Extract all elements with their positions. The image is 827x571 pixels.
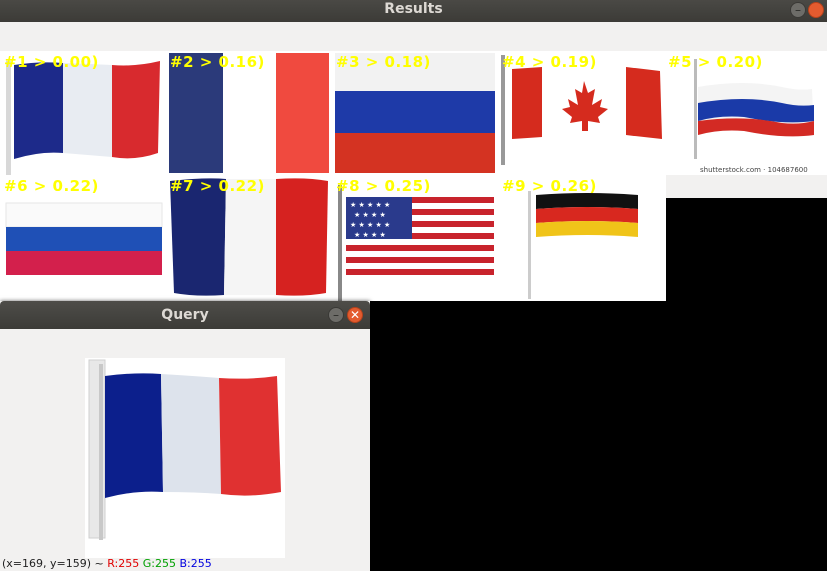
result-cell-2[interactable]: #2 > 0.16) xyxy=(166,51,332,175)
minimize-button[interactable]: – xyxy=(328,307,344,323)
red-value: R:255 xyxy=(107,557,140,570)
query-image[interactable] xyxy=(85,358,285,558)
svg-text:★ ★ ★ ★: ★ ★ ★ ★ xyxy=(354,231,386,239)
result-label: #4 > 0.19) xyxy=(502,53,597,71)
results-titlebar[interactable]: Results – xyxy=(0,0,827,22)
results-title: Results xyxy=(384,1,443,17)
result-cell-5[interactable]: #5 > 0.20) shutterstock.com · 104687600 xyxy=(664,51,827,175)
result-cell-1[interactable]: #1 > 0.00) xyxy=(0,51,166,175)
cursor-coords: (x=169, y=159) ~ xyxy=(2,557,108,570)
flag-france-image xyxy=(85,358,285,558)
result-cell-6[interactable]: #6 > 0.22) xyxy=(0,175,166,301)
svg-text:★ ★ ★ ★: ★ ★ ★ ★ xyxy=(354,211,386,219)
result-cell-8[interactable]: ★ ★ ★ ★ ★ ★ ★ ★ ★ ★ ★ ★ ★ ★ ★ ★ ★ ★ #8 >… xyxy=(332,175,498,301)
svg-text:★ ★ ★ ★ ★: ★ ★ ★ ★ ★ xyxy=(350,221,390,229)
result-label: #6 > 0.22) xyxy=(4,177,99,195)
status-bar: (x=169, y=159) ~ R:255 G:255 B:255 xyxy=(0,557,372,571)
result-cell-3[interactable]: #3 > 0.18) xyxy=(332,51,498,175)
result-cell-7[interactable]: #7 > 0.22) xyxy=(166,175,332,301)
close-button[interactable] xyxy=(808,2,824,18)
query-window: Query – ✕ (x=169, y=159) ~ R:255 G:255 B… xyxy=(0,301,370,571)
result-cell-9[interactable]: #9 > 0.26) xyxy=(498,175,666,301)
result-cell-4[interactable]: #4 > 0.19) xyxy=(498,51,664,175)
watermark-text: shutterstock.com · 104687600 xyxy=(700,166,808,174)
minimize-button[interactable]: – xyxy=(790,2,806,18)
result-label: #9 > 0.26) xyxy=(502,177,597,195)
query-title: Query xyxy=(161,307,209,323)
close-button[interactable]: ✕ xyxy=(347,307,363,323)
result-label: #1 > 0.00) xyxy=(4,53,99,71)
result-label: #7 > 0.22) xyxy=(170,177,265,195)
result-label: #5 > 0.20) xyxy=(668,53,763,71)
blue-value: B:255 xyxy=(179,557,212,570)
result-label: #2 > 0.16) xyxy=(170,53,265,71)
query-titlebar[interactable]: Query – ✕ xyxy=(0,301,370,329)
result-label: #3 > 0.18) xyxy=(336,53,431,71)
empty-region xyxy=(666,198,827,551)
result-label: #8 > 0.25) xyxy=(336,177,431,195)
empty-region xyxy=(370,301,666,551)
svg-text:★ ★ ★ ★ ★: ★ ★ ★ ★ ★ xyxy=(350,201,390,209)
green-value: G:255 xyxy=(142,557,176,570)
